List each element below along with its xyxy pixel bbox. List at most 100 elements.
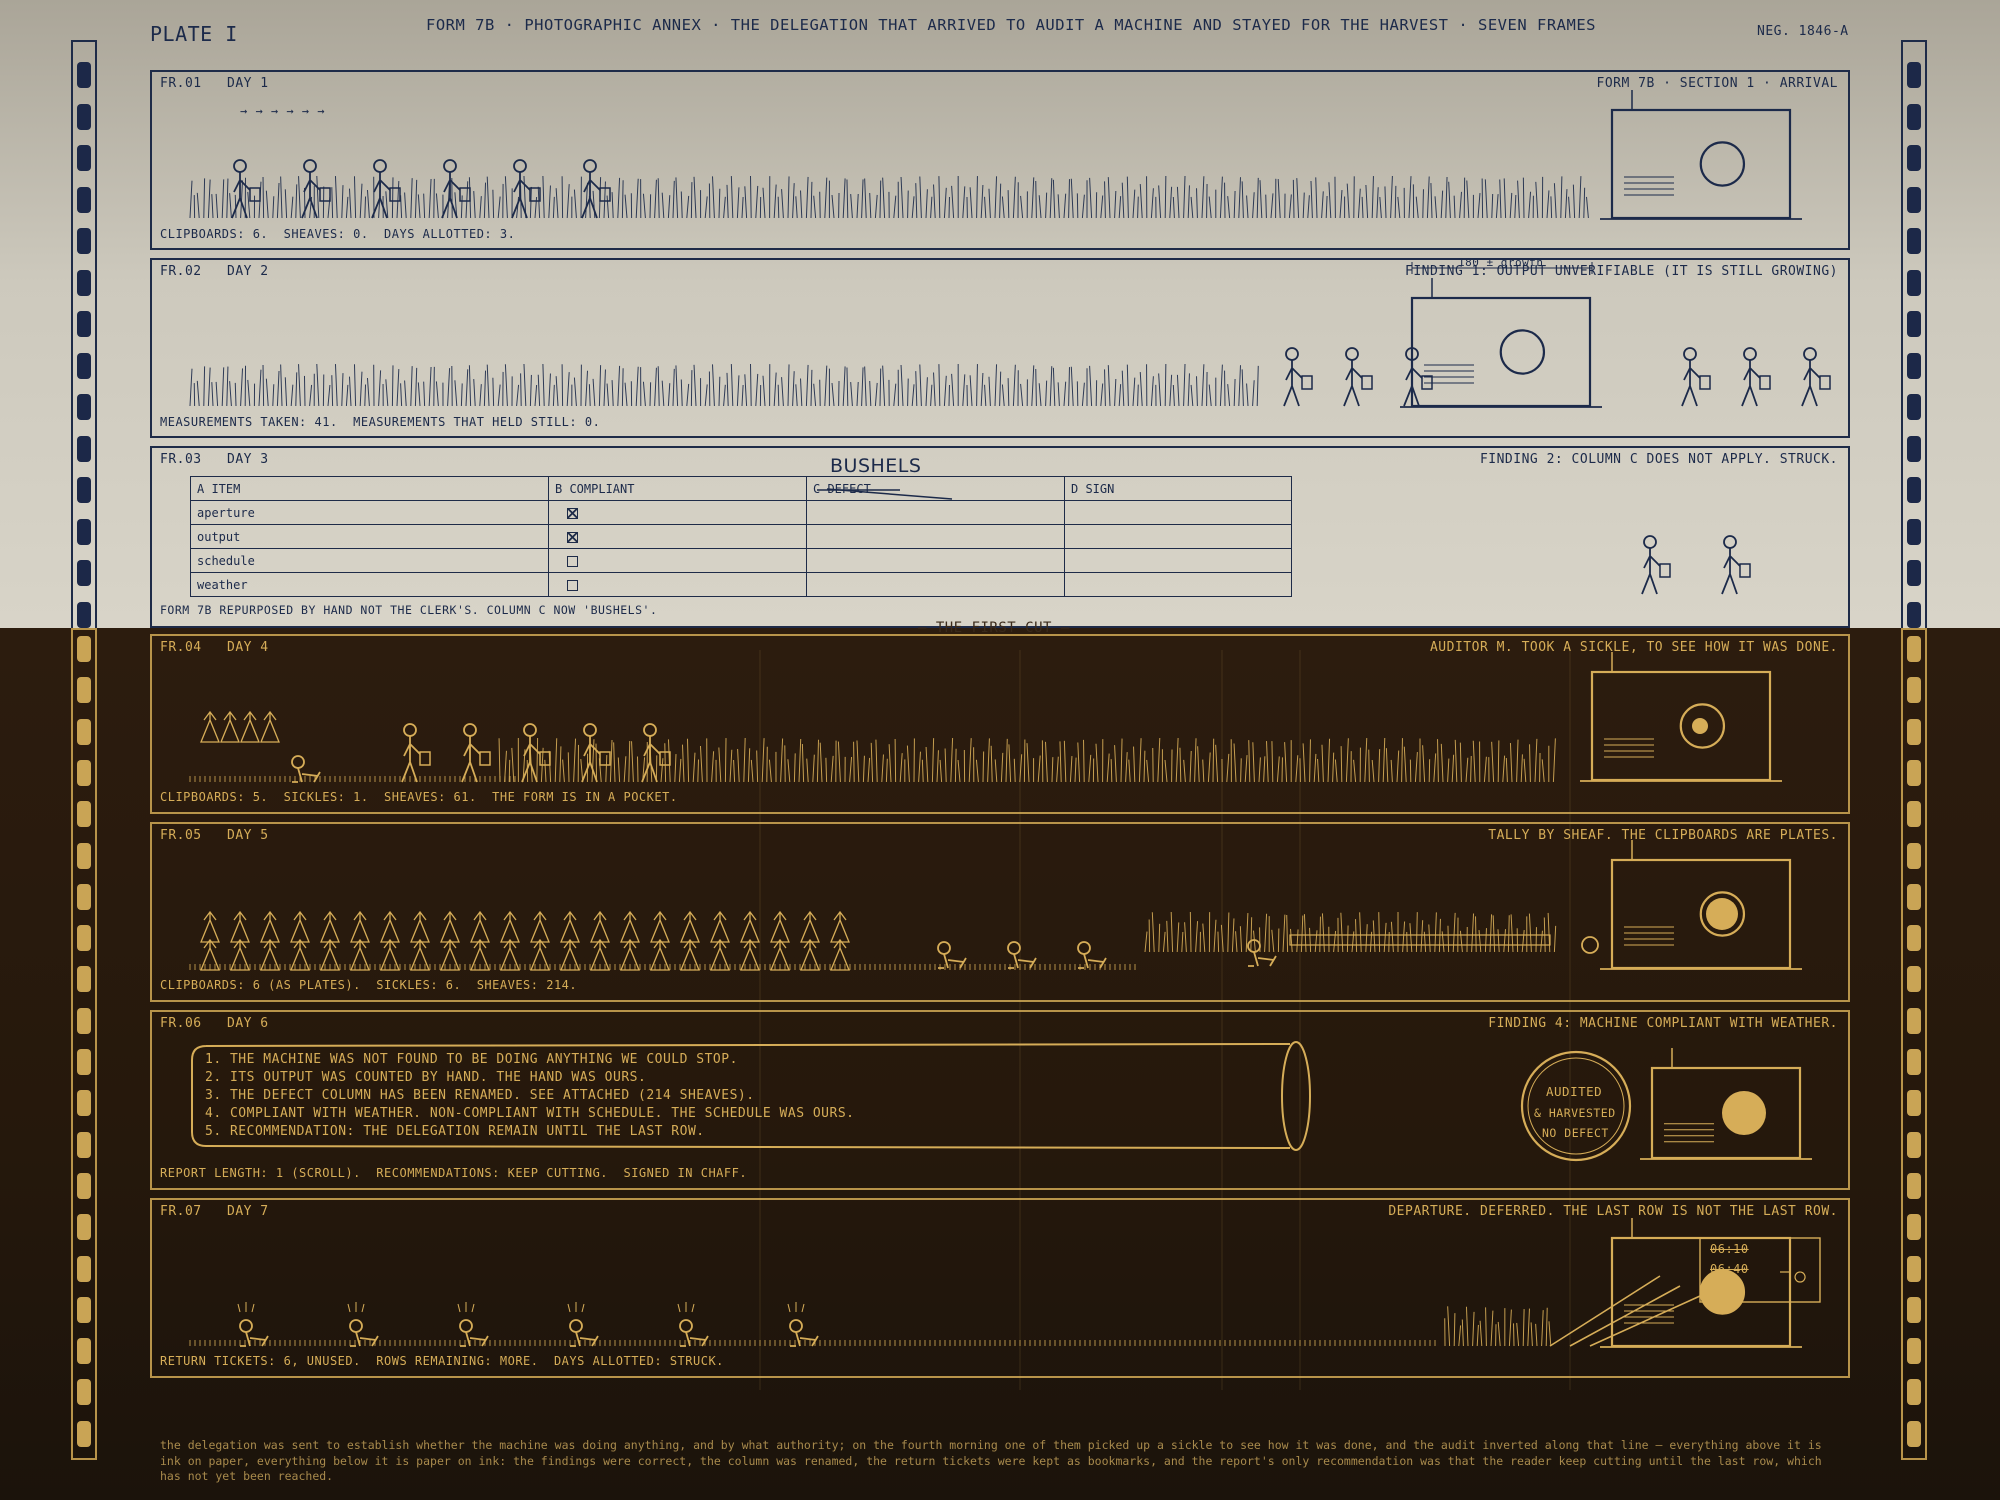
person-body [1721,548,1741,595]
frame-5-note: TALLY BY SHEAF. THE CLIPBOARDS ARE PLATE… [1488,828,1838,843]
harvester-head [291,755,305,769]
stubble-mark [189,776,516,782]
sheaf-mark [830,910,850,943]
clipboard-icon [1659,563,1671,578]
sheaf-mark [380,910,400,943]
harvester-body [1078,953,1107,969]
frame-7-day: DAY 7 [227,1204,269,1219]
scroll-line-4: 4. COMPLIANT WITH WEATHER. NON-COMPLIANT… [205,1106,855,1121]
scroll-line-3: 3. THE DEFECT COLUMN HAS BEEN RENAMED. S… [205,1088,755,1103]
clipboard-icon [1759,375,1771,390]
table-row: aperture [190,500,1292,525]
person-head [463,723,477,737]
frame-3-id: FR.03 [160,452,202,467]
stubble-mark [189,964,1136,970]
frame-2-caption: MEASUREMENTS TAKEN: 41. MEASUREMENTS THA… [160,415,601,429]
item-cell: weather [190,572,549,597]
frame-3-day: DAY 3 [227,452,269,467]
frame-3-note: FINDING 2: COLUMN C DOES NOT APPLY. STRU… [1479,452,1838,467]
sheaf-mark [740,910,760,943]
frame-6-id: FR.06 [160,1016,202,1031]
harvester-body [350,1331,379,1347]
frame-1-note: FORM 7B · SECTION 1 · ARRIVAL [1596,76,1838,91]
clipboard-icon [1739,563,1751,578]
stamp-line-3: NO DEFECT [1542,1126,1609,1140]
frame-2-scale-label: 180 ± growth [1458,256,1544,269]
frame-4-note: AUDITOR M. TOOK A SICKLE, TO SEE HOW IT … [1429,640,1838,655]
ticket-sprig [677,1302,695,1313]
frame-2-id: FR.02 [160,264,202,279]
person-head [1743,347,1757,361]
person-head [1683,347,1697,361]
harvester-body [938,953,967,969]
frame-6-note: FINDING 4: MACHINE COMPLIANT WITH WEATHE… [1488,1016,1838,1031]
person-head [1723,535,1737,549]
scroll-line-2: 2. ITS OUTPUT WAS COUNTED BY HAND. THE H… [205,1070,647,1085]
person-head [643,723,657,737]
scroll-roll [1281,1041,1311,1151]
sheaf-mark [200,910,220,943]
person-body [1343,360,1363,407]
empty-box-icon [567,579,578,591]
item-cell: aperture [190,500,549,525]
grass-mark [498,737,1556,783]
harvester-head [789,1319,803,1333]
sheaf-mark [290,910,310,943]
frame-5-id: FR.05 [160,828,202,843]
person-head [1285,347,1299,361]
grass-mark [1444,1306,1552,1347]
person-head [583,159,597,173]
clipboard-icon [419,751,431,766]
compliant-cell [548,572,807,597]
person-head [1345,347,1359,361]
scroll-line-5: 5. RECOMMENDATION: THE DELEGATION REMAIN… [205,1124,705,1139]
sheaf-mark [680,910,700,943]
sheaf-mark [260,710,280,743]
harvester-head [349,1319,363,1333]
frame-7-id: FR.07 [160,1204,202,1219]
person-body [1741,360,1761,407]
frame-1-caption: CLIPBOARDS: 6. SHEAVES: 0. DAYS ALLOTTED… [160,227,516,241]
frame-6-caption: REPORT LENGTH: 1 (SCROLL). RECOMMENDATIO… [160,1166,748,1180]
person-head [513,159,527,173]
person-head [403,723,417,737]
compliant-cell [548,524,807,549]
frame-7-note: DEPARTURE. DEFERRED. THE LAST ROW IS NOT… [1388,1204,1838,1219]
dial-icon [1581,936,1599,954]
harvester-body [240,1331,269,1347]
frame-artwork [189,90,1831,1390]
harvester-body [460,1331,489,1347]
sheaf-mark [710,910,730,943]
clipboard-icon [1699,375,1711,390]
clipboard-icon [1361,375,1373,390]
ticket-sprig [347,1302,365,1313]
machine-core [1706,898,1738,930]
sheaf-mark [240,710,260,743]
clipboard-icon [479,751,491,766]
sheaf-mark [770,910,790,943]
harvester-body [570,1331,599,1347]
item-cell: schedule [190,548,549,573]
person-head [1643,535,1657,549]
harvester-head [1007,941,1021,955]
scroll-line-1: 1. THE MACHINE WAS NOT FOUND TO BE DOING… [205,1052,738,1067]
person-head [583,723,597,737]
grass-mark [1144,912,1557,953]
machine-aperture [1699,141,1746,187]
ticket-time-2: 06:40 [1710,1262,1749,1276]
clipboard-icon [459,187,471,202]
harvester-head [1077,941,1091,955]
clipboard-icon [1819,375,1831,390]
machine-aperture [1499,329,1546,375]
person-head [1803,347,1817,361]
person-body [461,736,481,783]
sheaf-mark [230,910,250,943]
ticket-sprig [787,1302,805,1313]
person-head [233,159,247,173]
sheaf-mark [500,910,520,943]
person-head [443,159,457,173]
frame-2-day: DAY 2 [227,264,269,279]
frame-4-id: FR.04 [160,640,202,655]
harvester-body [680,1331,709,1347]
sheaf-mark [200,710,220,743]
